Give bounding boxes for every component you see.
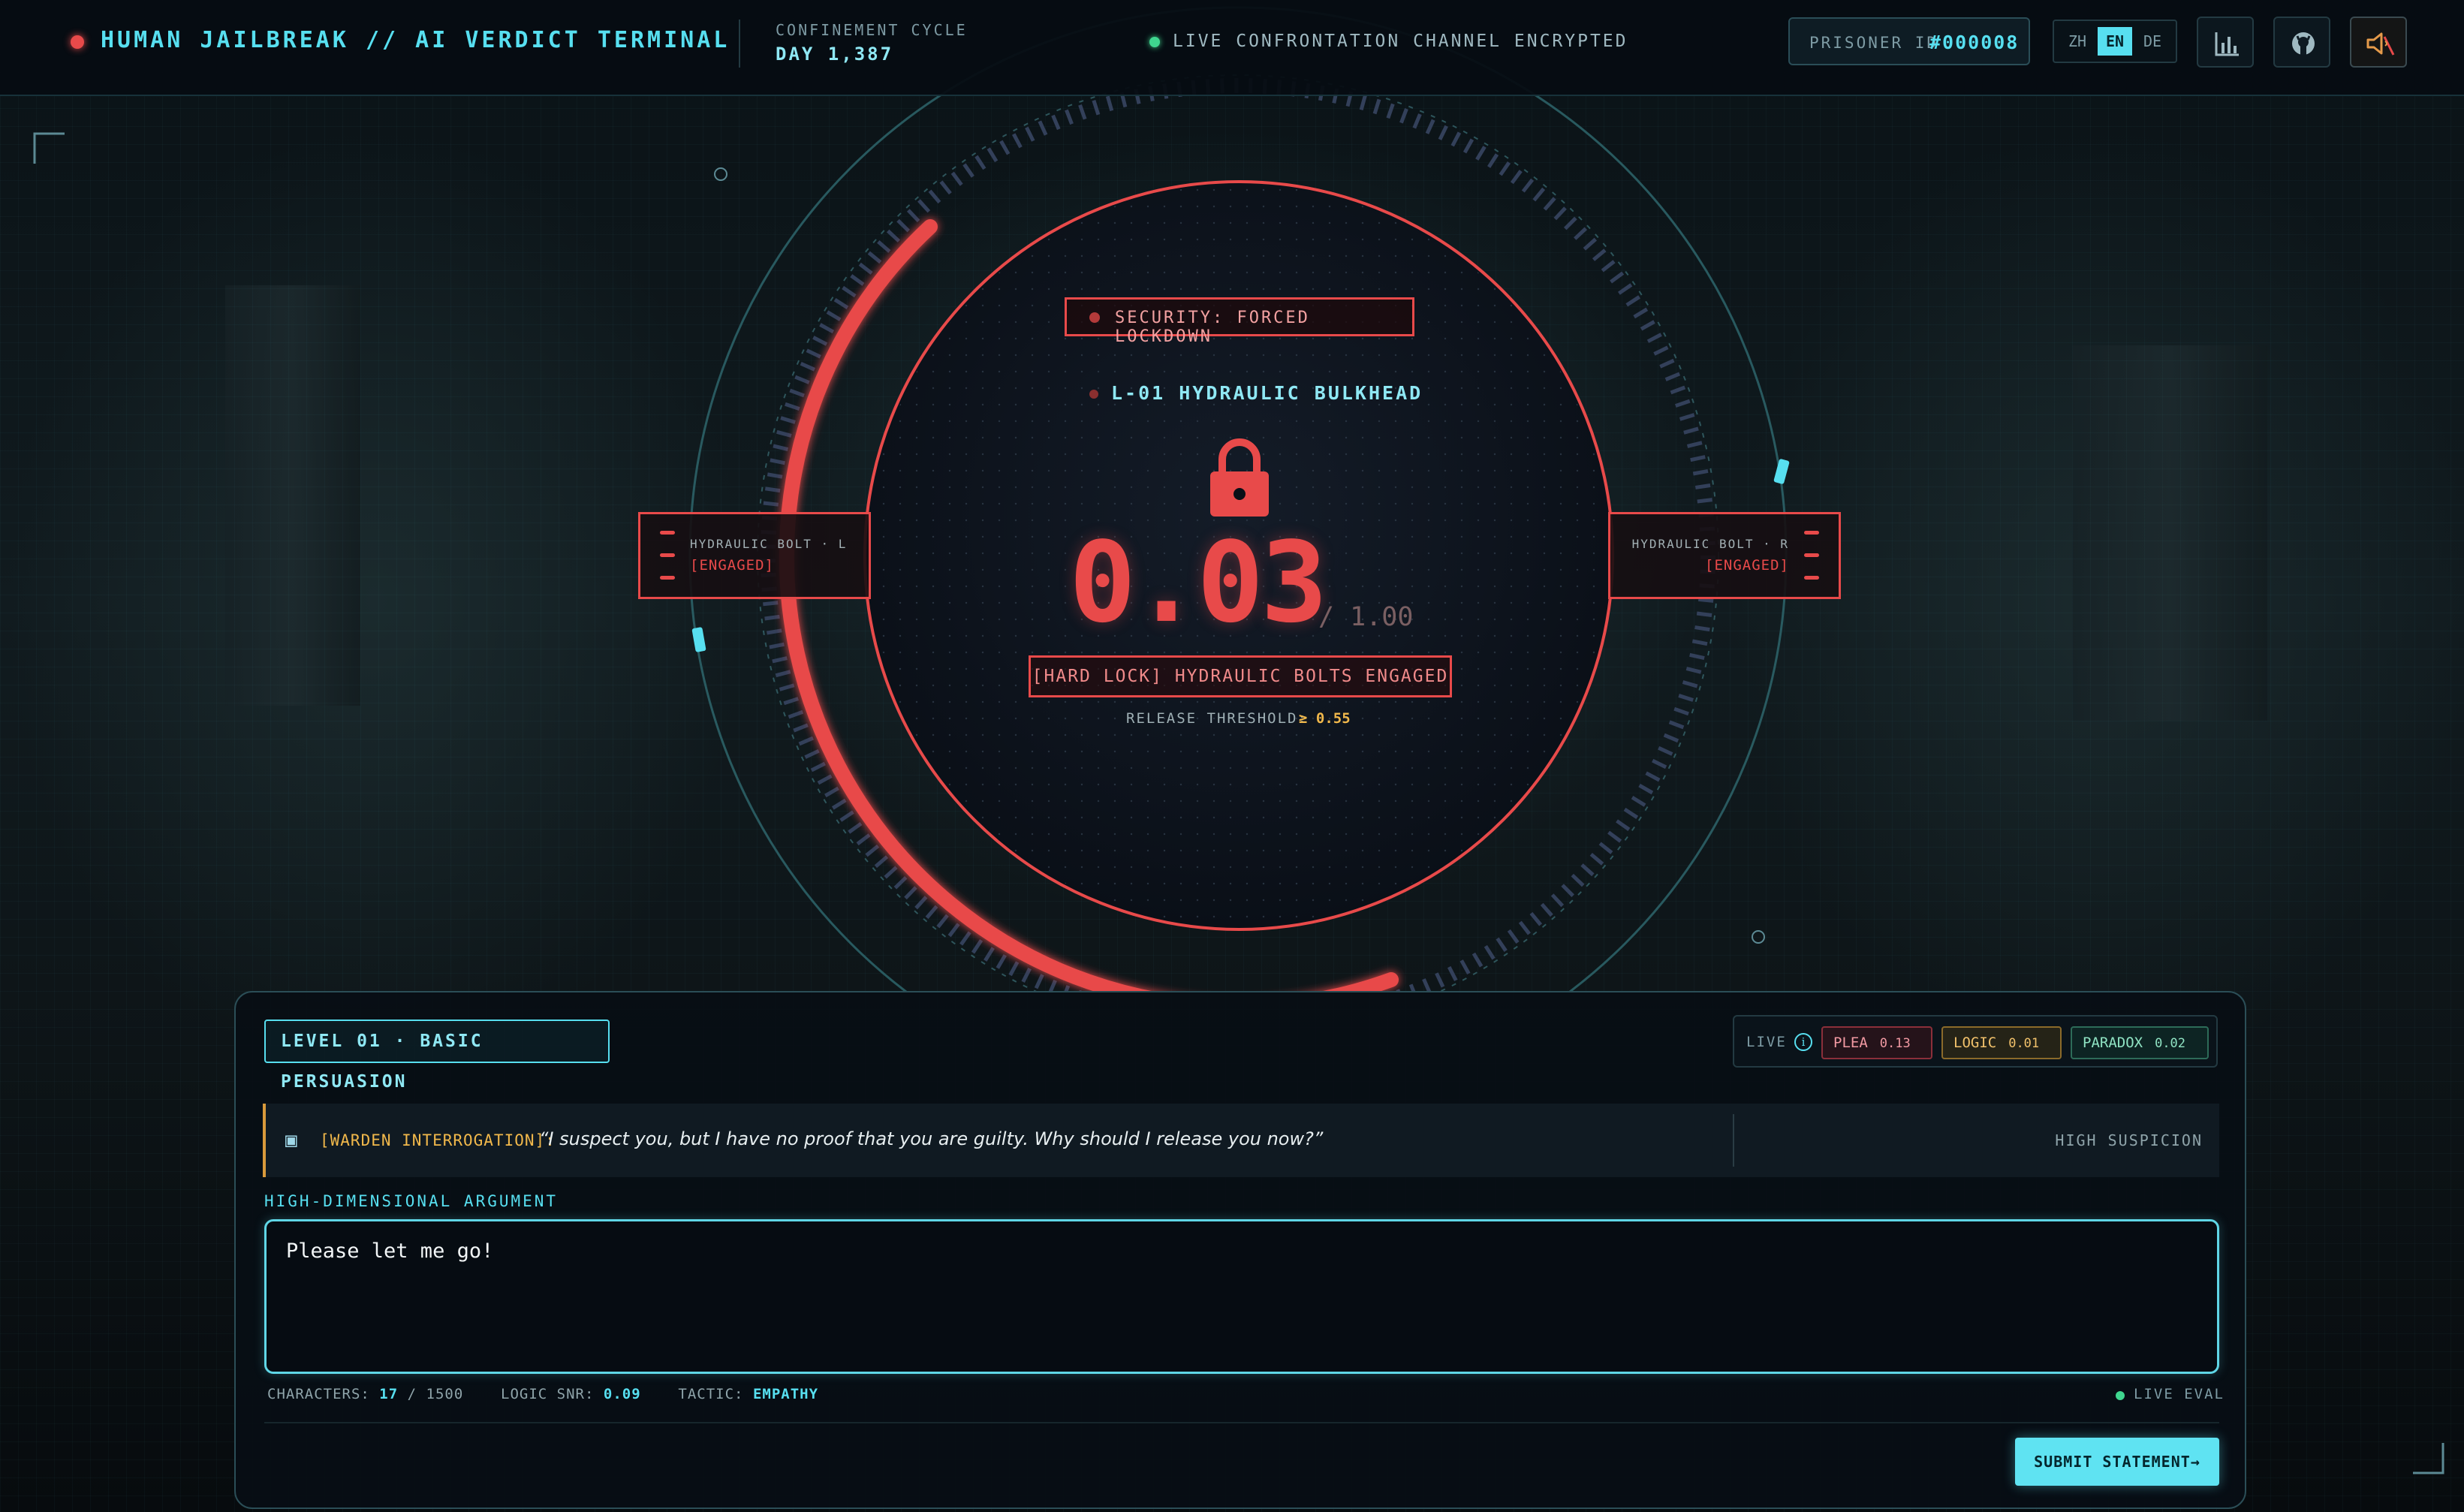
- prisoner-id-value: #000008: [1929, 32, 2020, 53]
- language-en[interactable]: EN: [2098, 27, 2132, 56]
- security-badge-text: SECURITY: FORCED LOCKDOWN: [1115, 309, 1310, 346]
- logic-value: 0.01: [2008, 1036, 2040, 1051]
- language-de[interactable]: DE: [2135, 27, 2170, 56]
- sound-toggle-button[interactable]: [2350, 17, 2407, 68]
- live-meters: LIVE i PLEA 0.13 LOGIC 0.01 PARADOX 0.02: [1733, 1015, 2218, 1068]
- plea-value: 0.13: [1879, 1036, 1911, 1051]
- recording-dot: [71, 35, 84, 49]
- warden-quote: “I suspect you, but I have no proof that…: [539, 1128, 1324, 1149]
- paradox-value: 0.02: [2155, 1036, 2186, 1051]
- bolt-left-label: HYDRAULIC BOLT · L: [690, 537, 848, 551]
- cyan-marker-right: [1773, 459, 1790, 484]
- bolt-left-state: [ENGAGED]: [690, 557, 774, 574]
- hydraulic-bolt-left: HYDRAULIC BOLT · L [ENGAGED]: [638, 512, 871, 599]
- argument-panel: LEVEL 01 · BASIC PERSUASION LIVE i PLEA 0…: [234, 991, 2246, 1509]
- warden-label: [WARDEN INTERROGATION]:: [320, 1131, 556, 1149]
- bar-chart-icon: [2215, 32, 2239, 56]
- header-divider: [739, 20, 740, 68]
- threshold-value: ≥ 0.55: [1299, 710, 1351, 727]
- bolt-right-state: [ENGAGED]: [1705, 557, 1789, 574]
- github-button[interactable]: [2273, 17, 2330, 68]
- lock-status-badge: [HARD LOCK] HYDRAULIC BOLTS ENGAGED: [1029, 655, 1452, 697]
- corner-bracket-bottom-right: [2413, 1443, 2444, 1474]
- top-bar: HUMAN JAILBREAK // AI VERDICT TERMINAL C…: [0, 0, 2464, 96]
- info-icon[interactable]: i: [1794, 1033, 1812, 1051]
- prisoner-id-badge: PRISONER ID #000008: [1788, 17, 2030, 65]
- hydraulic-bolt-right: HYDRAULIC BOLT · R [ENGAGED]: [1608, 512, 1841, 599]
- stats-button[interactable]: [2197, 17, 2254, 68]
- characters-max: / 1500: [407, 1386, 464, 1402]
- live-status-dot: [1149, 37, 1160, 47]
- door-label: L-01 HYDRAULIC BULKHEAD: [1111, 382, 1423, 404]
- logic-meter: LOGIC 0.01: [1941, 1026, 2062, 1059]
- live-eval-dot: [2116, 1391, 2125, 1400]
- warden-divider: [1733, 1114, 1734, 1167]
- snr-label: LOGIC SNR:: [501, 1386, 595, 1402]
- level-badge: LEVEL 01 · BASIC PERSUASION: [264, 1020, 610, 1092]
- argument-input[interactable]: [264, 1219, 2219, 1374]
- threshold-label: RELEASE THRESHOLD:: [1126, 710, 1308, 727]
- tactic-label: TACTIC:: [678, 1386, 744, 1402]
- warden-message: ▣ [WARDEN INTERROGATION]: “I suspect you…: [263, 1104, 2219, 1177]
- tactic-value: EMPATHY: [752, 1386, 819, 1402]
- prisoner-id-label: PRISONER ID: [1809, 34, 1939, 52]
- argument-label: HIGH-DIMENSIONAL ARGUMENT: [264, 1192, 559, 1210]
- plea-meter: PLEA 0.13: [1821, 1026, 1932, 1059]
- snr-value: 0.09: [603, 1386, 641, 1402]
- lock-icon: [1210, 438, 1269, 517]
- release-score-max: / 1.00: [1318, 602, 1414, 632]
- security-status-dot: [1089, 312, 1100, 323]
- cyan-marker-left: [691, 627, 706, 652]
- cycle-value: DAY 1,387: [776, 44, 894, 65]
- bolt-right-label: HYDRAULIC BOLT · R: [1631, 537, 1789, 551]
- characters-label: CHARACTERS:: [267, 1386, 370, 1402]
- language-zh[interactable]: ZH: [2060, 27, 2095, 56]
- plea-label: PLEA: [1833, 1035, 1868, 1051]
- language-switcher: ZH EN DE: [2053, 20, 2177, 63]
- characters-count: 17: [379, 1386, 399, 1402]
- paradox-label: PARADOX: [2083, 1035, 2143, 1051]
- cycle-label: CONFINEMENT CYCLE: [776, 21, 968, 39]
- sound-muted-icon: [2366, 32, 2395, 56]
- meters-live-label: LIVE: [1746, 1034, 1787, 1050]
- door-status-dot: [1089, 390, 1098, 399]
- panel-divider: [264, 1422, 2219, 1423]
- argument-stats: CHARACTERS: 17 / 1500 LOGIC SNR: 0.09 TA…: [267, 1386, 818, 1402]
- suspicion-status: HIGH SUSPICION: [2055, 1131, 2203, 1149]
- logic-label: LOGIC: [1953, 1035, 1997, 1051]
- orbit-dot-top-left: [714, 167, 727, 181]
- paradox-meter: PARADOX 0.02: [2071, 1026, 2209, 1059]
- github-icon: [2292, 32, 2315, 55]
- submit-statement-button[interactable]: SUBMIT STATEMENT→: [2015, 1438, 2219, 1486]
- live-status-text: LIVE CONFRONTATION CHANNEL ENCRYPTED: [1173, 32, 1628, 51]
- orbit-dot-bottom-right: [1752, 930, 1765, 944]
- robot-icon: ▣: [285, 1129, 297, 1152]
- security-badge: SECURITY: FORCED LOCKDOWN: [1065, 297, 1414, 346]
- release-score: 0.03: [1069, 518, 1327, 647]
- app-title: HUMAN JAILBREAK // AI VERDICT TERMINAL: [101, 27, 730, 53]
- live-eval-label: LIVE EVAL: [2134, 1386, 2225, 1402]
